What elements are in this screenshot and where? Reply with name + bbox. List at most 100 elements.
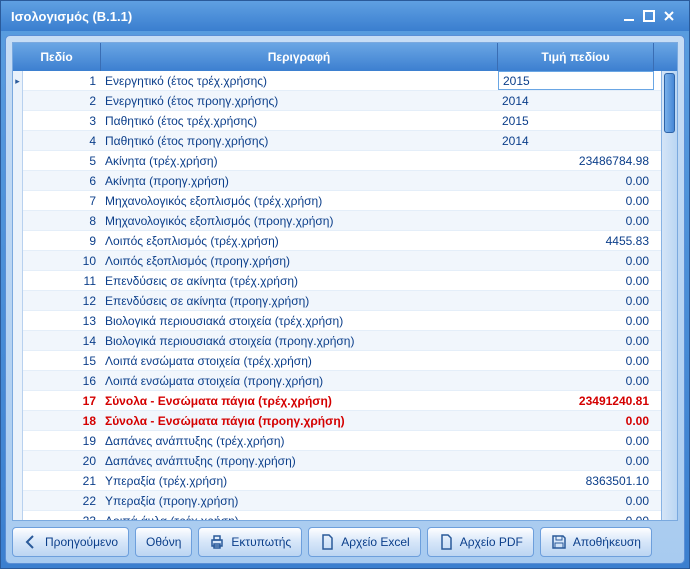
table-row[interactable]: 2Ενεργητικό (έτος προηγ.χρήσης)2014	[23, 91, 661, 111]
row-value[interactable]: 0.00	[498, 371, 654, 390]
row-id[interactable]: 17	[23, 391, 101, 410]
table-row[interactable]: 21Υπεραξία (τρέχ.χρήση)8363501.10	[23, 471, 661, 491]
table-row[interactable]: 16Λοιπά ενσώματα στοιχεία (προηγ.χρήση)0…	[23, 371, 661, 391]
previous-button[interactable]: Προηγούμενο	[12, 527, 129, 557]
row-value[interactable]: 2015	[498, 71, 654, 90]
row-desc[interactable]: Ακίνητα (τρέχ.χρήση)	[101, 151, 498, 170]
row-id[interactable]: 4	[23, 131, 101, 150]
row-id[interactable]: 6	[23, 171, 101, 190]
table-row[interactable]: 12Επενδύσεις σε ακίνητα (προηγ.χρήση)0.0…	[23, 291, 661, 311]
table-row[interactable]: 18Σύνολα - Ενσώματα πάγια (προηγ.χρήση)0…	[23, 411, 661, 431]
row-value[interactable]: 2015	[498, 111, 654, 130]
row-id[interactable]: 7	[23, 191, 101, 210]
row-desc[interactable]: Υπεραξία (τρέχ.χρήση)	[101, 471, 498, 490]
row-desc[interactable]: Βιολογικά περιουσιακά στοιχεία (τρέχ.χρή…	[101, 311, 498, 330]
row-desc[interactable]: Λοιπά άυλα (τρέχ.χρήση)	[101, 511, 498, 520]
row-value[interactable]: 0.00	[498, 351, 654, 370]
row-value[interactable]: 23486784.98	[498, 151, 654, 170]
table-row[interactable]: 7Μηχανολογικός εξοπλισμός (τρέχ.χρήση)0.…	[23, 191, 661, 211]
row-id[interactable]: 5	[23, 151, 101, 170]
table-row[interactable]: 23Λοιπά άυλα (τρέχ.χρήση)0.00	[23, 511, 661, 520]
table-row[interactable]: 14Βιολογικά περιουσιακά στοιχεία (προηγ.…	[23, 331, 661, 351]
row-value[interactable]: 2014	[498, 91, 654, 110]
table-row[interactable]: 3Παθητικό (έτος τρέχ.χρήσης)2015	[23, 111, 661, 131]
table-row[interactable]: 5Ακίνητα (τρέχ.χρήση)23486784.98	[23, 151, 661, 171]
table-row[interactable]: 17Σύνολα - Ενσώματα πάγια (τρέχ.χρήση)23…	[23, 391, 661, 411]
row-desc[interactable]: Παθητικό (έτος τρέχ.χρήσης)	[101, 111, 498, 130]
table-row[interactable]: 15Λοιπά ενσώματα στοιχεία (τρέχ.χρήση)0.…	[23, 351, 661, 371]
row-desc[interactable]: Μηχανολογικός εξοπλισμός (τρέχ.χρήση)	[101, 191, 498, 210]
row-id[interactable]: 21	[23, 471, 101, 490]
row-desc[interactable]: Υπεραξία (προηγ.χρήση)	[101, 491, 498, 510]
row-id[interactable]: 13	[23, 311, 101, 330]
row-id[interactable]: 18	[23, 411, 101, 430]
row-desc[interactable]: Μηχανολογικός εξοπλισμός (προηγ.χρήση)	[101, 211, 498, 230]
row-id[interactable]: 9	[23, 231, 101, 250]
close-button[interactable]	[663, 10, 683, 22]
column-header-val[interactable]: Τιμή πεδίου	[498, 43, 654, 71]
row-desc[interactable]: Επενδύσεις σε ακίνητα (τρέχ.χρήση)	[101, 271, 498, 290]
minimize-button[interactable]	[623, 10, 643, 22]
row-id[interactable]: 12	[23, 291, 101, 310]
data-grid[interactable]: Πεδίο Περιγραφή Τιμή πεδίου ▸ 1Ενεργητικ…	[12, 42, 678, 521]
row-id[interactable]: 3	[23, 111, 101, 130]
row-id[interactable]: 11	[23, 271, 101, 290]
row-desc[interactable]: Ενεργητικό (έτος τρέχ.χρήσης)	[101, 71, 498, 90]
table-row[interactable]: 20Δαπάνες ανάπτυξης (προηγ.χρήση)0.00	[23, 451, 661, 471]
row-id[interactable]: 15	[23, 351, 101, 370]
row-desc[interactable]: Λοιπά ενσώματα στοιχεία (τρέχ.χρήση)	[101, 351, 498, 370]
table-row[interactable]: 8Μηχανολογικός εξοπλισμός (προηγ.χρήση)0…	[23, 211, 661, 231]
row-value[interactable]: 0.00	[498, 191, 654, 210]
row-desc[interactable]: Βιολογικά περιουσιακά στοιχεία (προηγ.χρ…	[101, 331, 498, 350]
row-desc[interactable]: Λοιπά ενσώματα στοιχεία (προηγ.χρήση)	[101, 371, 498, 390]
row-id[interactable]: 22	[23, 491, 101, 510]
row-id[interactable]: 1	[23, 71, 101, 90]
table-row[interactable]: 13Βιολογικά περιουσιακά στοιχεία (τρέχ.χ…	[23, 311, 661, 331]
table-row[interactable]: 1Ενεργητικό (έτος τρέχ.χρήσης)2015	[23, 71, 661, 91]
row-desc[interactable]: Δαπάνες ανάπτυξης (τρέχ.χρήση)	[101, 431, 498, 450]
row-value[interactable]: 0.00	[498, 411, 654, 430]
row-value[interactable]: 0.00	[498, 251, 654, 270]
row-desc[interactable]: Επενδύσεις σε ακίνητα (προηγ.χρήση)	[101, 291, 498, 310]
table-row[interactable]: 11Επενδύσεις σε ακίνητα (τρέχ.χρήση)0.00	[23, 271, 661, 291]
pdf-button[interactable]: Αρχείο PDF	[427, 527, 534, 557]
row-value[interactable]: 0.00	[498, 311, 654, 330]
row-id[interactable]: 14	[23, 331, 101, 350]
row-id[interactable]: 19	[23, 431, 101, 450]
row-value[interactable]: 2014	[498, 131, 654, 150]
row-value[interactable]: 0.00	[498, 171, 654, 190]
excel-button[interactable]: Αρχείο Excel	[308, 527, 421, 557]
column-header-id[interactable]: Πεδίο	[13, 43, 101, 71]
row-desc[interactable]: Σύνολα - Ενσώματα πάγια (τρέχ.χρήση)	[101, 391, 498, 410]
row-value[interactable]: 0.00	[498, 431, 654, 450]
row-value[interactable]: 0.00	[498, 451, 654, 470]
table-row[interactable]: 9Λοιπός εξοπλισμός (τρέχ.χρήση)4455.83	[23, 231, 661, 251]
row-value[interactable]: 0.00	[498, 211, 654, 230]
row-value[interactable]: 0.00	[498, 491, 654, 510]
row-value[interactable]: 0.00	[498, 511, 654, 520]
row-id[interactable]: 20	[23, 451, 101, 470]
table-row[interactable]: 22Υπεραξία (προηγ.χρήση)0.00	[23, 491, 661, 511]
row-desc[interactable]: Παθητικό (έτος προηγ.χρήσης)	[101, 131, 498, 150]
maximize-button[interactable]	[643, 10, 663, 22]
row-desc[interactable]: Σύνολα - Ενσώματα πάγια (προηγ.χρήση)	[101, 411, 498, 430]
row-value[interactable]: 0.00	[498, 331, 654, 350]
table-row[interactable]: 6Ακίνητα (προηγ.χρήση)0.00	[23, 171, 661, 191]
row-desc[interactable]: Δαπάνες ανάπτυξης (προηγ.χρήση)	[101, 451, 498, 470]
table-row[interactable]: 4Παθητικό (έτος προηγ.χρήσης)2014	[23, 131, 661, 151]
save-button[interactable]: Αποθήκευση	[540, 527, 652, 557]
row-value[interactable]: 0.00	[498, 271, 654, 290]
scrollbar-thumb[interactable]	[664, 73, 675, 133]
row-desc[interactable]: Λοιπός εξοπλισμός (τρέχ.χρήση)	[101, 231, 498, 250]
row-desc[interactable]: Ενεργητικό (έτος προηγ.χρήσης)	[101, 91, 498, 110]
row-id[interactable]: 2	[23, 91, 101, 110]
row-desc[interactable]: Λοιπός εξοπλισμός (προηγ.χρήση)	[101, 251, 498, 270]
row-id[interactable]: 23	[23, 511, 101, 520]
row-id[interactable]: 16	[23, 371, 101, 390]
row-value[interactable]: 0.00	[498, 291, 654, 310]
row-value[interactable]: 8363501.10	[498, 471, 654, 490]
table-row[interactable]: 10Λοιπός εξοπλισμός (προηγ.χρήση)0.00	[23, 251, 661, 271]
print-button[interactable]: Εκτυπωτής	[198, 527, 302, 557]
row-id[interactable]: 10	[23, 251, 101, 270]
vertical-scrollbar[interactable]	[661, 71, 677, 520]
